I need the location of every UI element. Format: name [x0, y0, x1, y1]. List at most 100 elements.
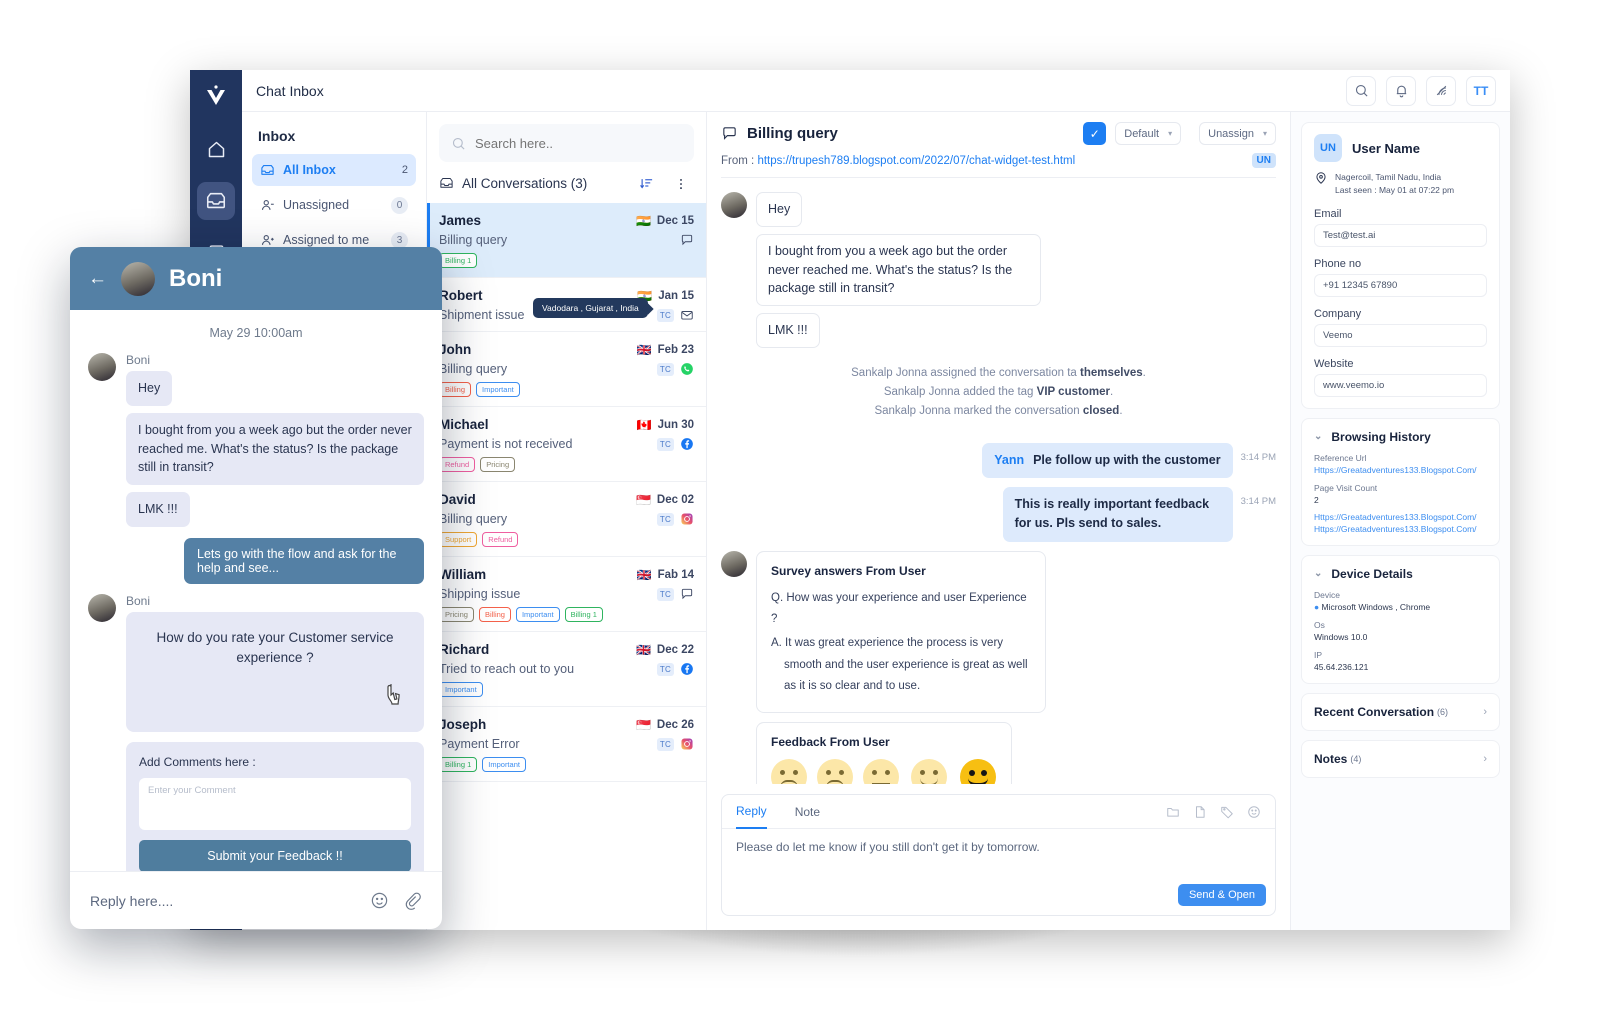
chevron-down-icon[interactable]: ⌄ — [1314, 431, 1322, 442]
submit-feedback-button[interactable]: Submit your Feedback !! — [139, 839, 411, 871]
contact-field-value[interactable]: Veemo — [1314, 323, 1487, 347]
notes-row[interactable]: Notes (4) › — [1301, 739, 1500, 778]
instagram-icon — [680, 737, 694, 751]
conversation-row[interactable]: Richard 🇬🇧 Dec 22 Tried to reach out to … — [427, 632, 706, 707]
conversation-snippet: Payment is not received — [439, 437, 573, 451]
conversation-contact-name: James — [439, 213, 482, 228]
message-outgoing: Yann Ple follow up with the customer 3:14… — [721, 442, 1276, 479]
visited-url[interactable]: Https://Greatadventures133.Blogspot.Com/ — [1314, 524, 1487, 534]
conversation-tag[interactable]: Billing — [439, 382, 472, 397]
conversation-tag[interactable]: Billing 1 — [564, 607, 603, 622]
avatar — [721, 192, 747, 218]
conversation-tag[interactable]: Pricing — [480, 457, 516, 472]
feedback-option[interactable]: Excellent — [959, 759, 996, 784]
conversation-row[interactable]: David 🇸🇬 Dec 02 Billing query TC Support… — [427, 482, 706, 557]
priority-select[interactable]: Default ▾ — [1115, 122, 1182, 145]
reference-url-value[interactable]: Https://Greatadventures133.Blogspot.Com/ — [1314, 465, 1487, 475]
feedback-option[interactable]: Bad — [771, 759, 807, 784]
conversation-tag[interactable]: Important — [476, 382, 520, 397]
file-icon[interactable] — [1193, 805, 1207, 819]
contact-location: Nagercoil, Tamil Nadu, India — [1335, 172, 1442, 182]
sidebar-item-home[interactable] — [197, 130, 235, 168]
conversation-contact-name: David — [439, 492, 476, 507]
conversation-row[interactable]: Michael 🇨🇦 Jun 30 Payment is not receive… — [427, 407, 706, 482]
person-plus-icon — [260, 233, 275, 248]
emoji-icon[interactable] — [370, 891, 389, 910]
sidebar-item-inbox[interactable] — [197, 182, 235, 220]
conversation-date: Jan 15 — [658, 289, 694, 302]
tab-note[interactable]: Note — [795, 795, 820, 829]
conversation-row[interactable]: John 🇬🇧 Feb 23 Billing query TC Billing I… — [427, 332, 706, 407]
conversation-row[interactable]: James 🇮🇳 Dec 15 Billing query Billing 1 — [427, 203, 706, 278]
tag-icon[interactable] — [1220, 805, 1234, 819]
avatar — [721, 550, 747, 577]
conversation-list-panel: All Conversations (3) James 🇮🇳 Dec 15 — [427, 112, 707, 930]
conversation-count-label: All Conversations (3) — [462, 176, 588, 191]
conversation-tag[interactable]: Important — [482, 757, 526, 772]
sort-icon[interactable] — [633, 174, 660, 193]
visited-url[interactable]: Https://Greatadventures133.Blogspot.Com/ — [1314, 512, 1487, 522]
signal-icon[interactable] — [1426, 75, 1456, 106]
arrow-left-icon[interactable]: ← — [88, 269, 107, 288]
recent-conversation-row[interactable]: Recent Conversation (6) › — [1301, 692, 1500, 731]
search-box[interactable] — [439, 124, 694, 162]
widget-comment-input[interactable]: Enter your Comment — [139, 777, 411, 830]
conversation-tag[interactable]: Billing — [478, 607, 511, 622]
ip-label: IP — [1314, 649, 1323, 660]
conversation-tag[interactable]: Billing 1 — [439, 253, 478, 268]
conversation-date: Feb 23 — [657, 343, 694, 356]
country-flag-icon: 🇬🇧 — [636, 567, 652, 582]
message-bubble: I bought from you a week ago but the ord… — [756, 233, 1041, 306]
source-url-link[interactable]: https://trupesh789.blogspot.com/2022/07/… — [757, 155, 1075, 167]
chevron-down-icon: ▾ — [1262, 129, 1267, 138]
agent-initials-badge: TC — [656, 662, 674, 676]
resolve-button[interactable]: ✓ — [1083, 122, 1107, 145]
widget-messages: May 29 10:00am Boni Hey I bought from yo… — [70, 310, 442, 871]
conversation-row[interactable]: Joseph 🇸🇬 Dec 26 Payment Error TC Billin… — [427, 707, 706, 782]
search-input[interactable] — [475, 135, 682, 151]
sidebar-item-all-inbox[interactable]: All Inbox 2 — [252, 154, 416, 186]
conversation-tag[interactable]: Pricing — [439, 607, 474, 622]
conversation-tag[interactable]: Important — [515, 607, 560, 622]
emoji-icon[interactable] — [1247, 805, 1261, 819]
inbox-icon — [260, 163, 275, 178]
contact-field-value[interactable]: +91 12345 67890 — [1314, 273, 1487, 297]
sidebar-item-unassigned[interactable]: Unassigned 0 — [252, 189, 416, 221]
device-value: Microsoft Windows , Chrome — [1321, 601, 1431, 612]
bell-icon[interactable] — [1386, 75, 1416, 106]
tab-reply[interactable]: Reply — [736, 795, 767, 829]
composer-text[interactable]: Please do let me know if you still don't… — [722, 829, 1275, 915]
conversation-contact-name: John — [439, 342, 472, 357]
conversation-tag[interactable]: Support — [439, 532, 478, 547]
widget-reply-input[interactable]: Reply here.... — [90, 893, 356, 909]
folder-icon[interactable] — [1166, 805, 1180, 819]
assignee-select[interactable]: Unassign ▾ — [1199, 122, 1276, 145]
send-and-open-button[interactable]: Send & Open — [1177, 884, 1266, 906]
feedback-option[interactable]: Very Good — [909, 759, 949, 784]
conversation-snippet: Tried to reach out to you — [439, 662, 575, 676]
chevron-down-icon[interactable]: ⌄ — [1314, 568, 1322, 579]
conversation-tag[interactable]: Refund — [482, 532, 519, 547]
feedback-message: Feedback From User Bad Poor Good Very Go… — [756, 722, 1276, 784]
search-icon[interactable] — [1346, 75, 1376, 106]
conversation-contact-name: Joseph — [439, 717, 487, 732]
contact-field-value[interactable]: www.veemo.io — [1314, 373, 1487, 397]
attachment-icon[interactable] — [403, 891, 422, 910]
more-options-icon[interactable] — [668, 175, 694, 193]
conversation-tag[interactable]: Important — [439, 682, 483, 697]
contact-field-value[interactable]: Test@test.ai — [1314, 223, 1487, 247]
conversation-tag[interactable]: Refund — [439, 457, 476, 472]
user-avatar[interactable]: TT — [1466, 75, 1496, 106]
feedback-option[interactable]: Good — [863, 759, 899, 784]
feedback-option[interactable]: Poor — [817, 759, 853, 784]
conversation-row[interactable]: William 🇬🇧 Fab 14 Shipping issue TC Pric… — [427, 557, 706, 632]
status-badge: UN — [1251, 153, 1276, 168]
device-label: Device — [1314, 589, 1340, 600]
contact-fields: Email Test@test.ai Phone no +91 12345 678… — [1314, 208, 1487, 397]
veemo-logo-icon[interactable] — [198, 78, 234, 114]
notes-label: Notes — [1314, 751, 1348, 766]
conversation-tag[interactable]: Billing 1 — [439, 757, 478, 772]
composer-draft: Please do let me know if you still don't… — [736, 840, 1040, 854]
sidebar-item-label: Unassigned — [283, 198, 350, 212]
widget-agent-name: Boni — [169, 264, 223, 292]
